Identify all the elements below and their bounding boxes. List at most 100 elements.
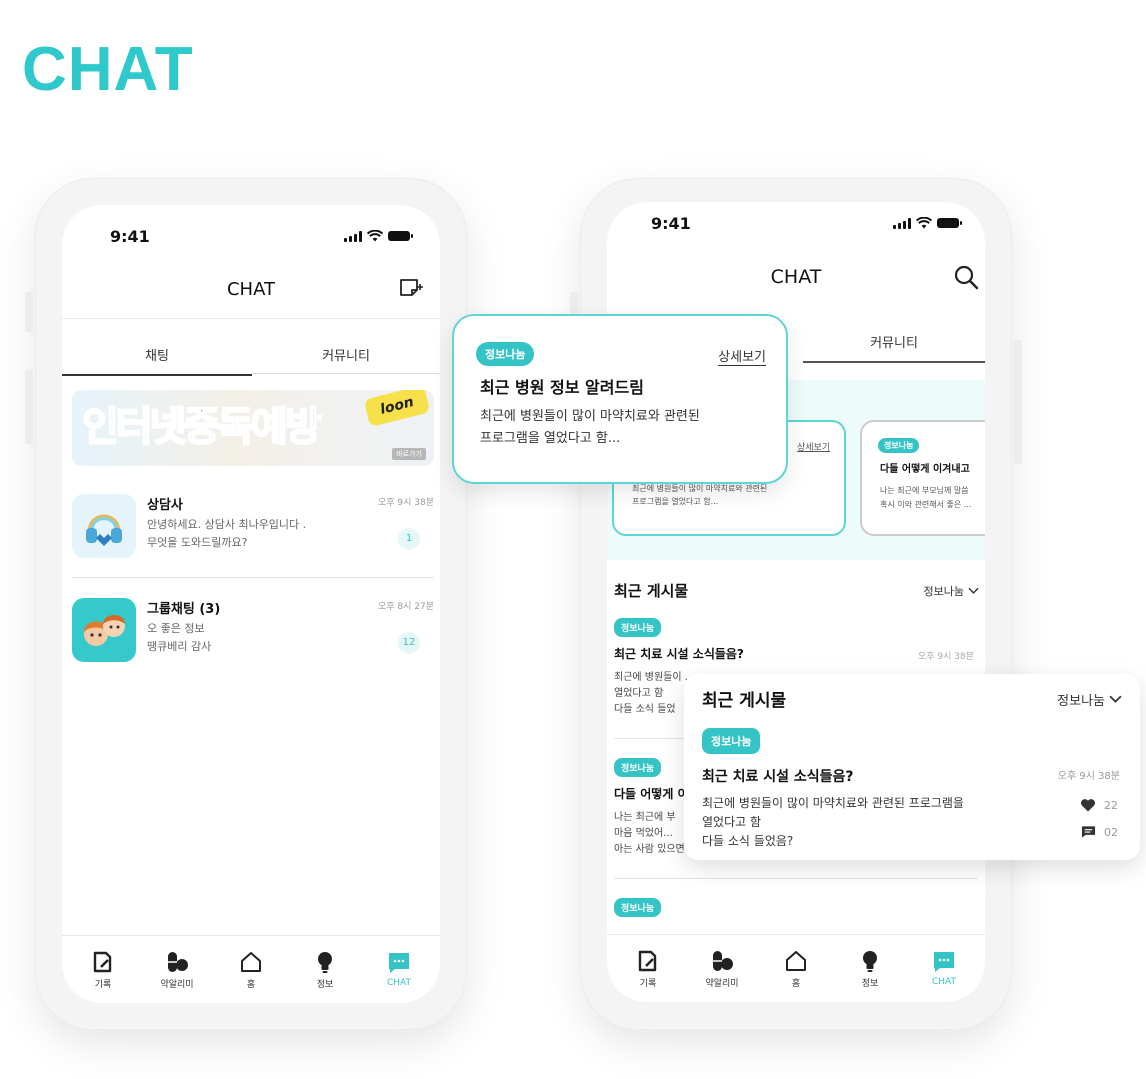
post-filter-dropdown[interactable]: 정보나눔 (1057, 690, 1122, 709)
banner-text: 인터넷중독예방 (81, 403, 323, 451)
home-icon (786, 950, 806, 971)
bottom-nav: 기록 약알리미 홈 정보 CHAT (62, 935, 440, 1003)
nav-item-chat[interactable]: CHAT (909, 950, 979, 987)
banner-more-link[interactable]: 바로가기 (392, 448, 426, 460)
post-body: 최근에 병원들이 많이 마약치료와 관련된 프로그램을 열었다고 함 다들 소식… (702, 796, 964, 848)
chat-message: 무엇을 도와드릴까요? (147, 536, 248, 549)
comment-count-value: 02 (1104, 825, 1118, 839)
card-body: 나는 최근에 부모님께 말씀 (880, 486, 969, 495)
detail-link[interactable]: 상세보기 (797, 440, 830, 453)
pill-icon (168, 951, 188, 972)
post-time: 오후 9시 38분 (917, 652, 974, 662)
phone-left: 9:41 CHAT 채팅 커뮤니티 인터넷중독예방 loon 바로가기 상담사 … (25, 178, 467, 1030)
side-button (25, 370, 33, 444)
pill-icon (713, 950, 733, 971)
chat-bubble-icon (934, 952, 954, 972)
chat-message: 오 좋은 정보 (147, 622, 205, 635)
battery-icon (937, 218, 962, 228)
nav-item-info[interactable]: 정보 (290, 950, 360, 990)
comment-count[interactable]: 02 (1081, 825, 1118, 839)
filter-label: 정보나눔 (1057, 694, 1105, 709)
post-filter-dropdown[interactable]: 정보나눔 (924, 583, 979, 599)
detail-link[interactable]: 상세보기 (718, 346, 766, 366)
post-item[interactable]: 정보나눔 (614, 896, 978, 917)
nav-item-info[interactable]: 정보 (835, 949, 905, 989)
chat-name: 상담사 (147, 498, 183, 513)
like-count[interactable]: 22 (1080, 798, 1118, 812)
like-count-value: 22 (1104, 798, 1118, 812)
card-body: 최근에 병원들이 많이 마약치료와 관련된 프로그램을 열었다고 함... (480, 409, 700, 446)
headset-icon (72, 494, 136, 558)
status-time: 9:41 (651, 214, 691, 233)
status-icons (344, 230, 413, 242)
filter-label: 정보나눔 (923, 585, 964, 598)
category-chip: 정보나눔 (614, 618, 662, 637)
home-icon (241, 951, 261, 972)
featured-card[interactable]: 정보나눔 다들 어떻게 이겨내고 나는 최근에 부모님께 말씀 혹시 이와 관련… (860, 420, 985, 536)
chat-row-group[interactable]: 그룹채팅 (3) 오 좋은 정보 땡큐베리 감사 오후 8시 27분 12 (72, 590, 434, 674)
lightbulb-icon (863, 950, 877, 972)
unread-badge: 12 (398, 632, 420, 654)
unread-badge: 1 (398, 528, 420, 550)
note-edit-icon (93, 951, 112, 972)
chat-message: 안녕하세요. 상담사 최나우입니다 . (147, 518, 307, 531)
category-chip: 정보나눔 (476, 342, 535, 366)
nav-item-record[interactable]: 기록 (613, 949, 683, 989)
nav-item-home[interactable]: 홈 (761, 949, 831, 989)
tab-community[interactable]: 커뮤니티 (252, 345, 440, 374)
nav-item-pill[interactable]: 약알리미 (142, 950, 212, 990)
chat-message: 땡큐베리 감사 (147, 640, 212, 653)
recent-post-popup[interactable]: 최근 게시물 정보나눔 정보나눔 최근 치료 시설 소식들음? 오후 9시 38… (684, 674, 1140, 860)
app-title: CHAT (226, 279, 275, 300)
post-divider (614, 878, 978, 879)
recent-posts-title: 최근 게시물 (614, 582, 689, 600)
header-divider (62, 318, 440, 319)
promo-banner[interactable]: 인터넷중독예방 loon 바로가기 (72, 390, 434, 466)
recent-posts-title: 최근 게시물 (702, 691, 787, 711)
chat-time: 오후 8시 27분 (377, 602, 434, 612)
nav-item-home[interactable]: 홈 (216, 950, 286, 990)
card-body: 프로그램을 열었다고 함... (632, 497, 719, 506)
side-button (1014, 340, 1022, 464)
app-title: CHAT (770, 266, 822, 288)
signal-icon (893, 217, 911, 229)
screen-left: 9:41 CHAT 채팅 커뮤니티 인터넷중독예방 loon 바로가기 상담사 … (62, 205, 440, 1003)
compose-icon[interactable] (398, 277, 424, 299)
nav-item-pill[interactable]: 약알리미 (687, 949, 757, 989)
side-button (25, 292, 33, 332)
post-time: 오후 9시 38분 (1057, 771, 1120, 782)
heart-icon (1080, 799, 1096, 812)
category-chip: 정보나눔 (614, 898, 662, 917)
category-chip: 정보나눔 (702, 728, 761, 754)
lightbulb-icon (318, 951, 332, 973)
chat-row-counselor[interactable]: 상담사 안녕하세요. 상담사 최나우입니다 . 무엇을 도와드릴까요? 오후 9… (72, 486, 434, 570)
info-card-popup[interactable]: 정보나눔 상세보기 최근 병원 정보 알려드림 최근에 병원들이 많이 마약치료… (452, 314, 788, 484)
chevron-down-icon (1109, 695, 1122, 703)
category-chip: 정보나눔 (614, 758, 662, 777)
status-time: 9:41 (110, 227, 150, 246)
phone-right: 9:41 CHAT 커뮤니티 상세보기 최근에 병원들이 많이 마약치료와 관련… (570, 178, 1022, 1030)
card-body: 혹시 이와 관련해서 좋은 ... (880, 500, 972, 509)
wifi-icon (916, 217, 932, 229)
comment-icon (1081, 826, 1096, 838)
tab-chat[interactable]: 채팅 (62, 345, 252, 376)
nav-item-record[interactable]: 기록 (68, 950, 138, 990)
card-title: 최근 병원 정보 알려드림 (480, 378, 644, 397)
banner-burst: loon (363, 390, 431, 428)
chat-name: 그룹채팅 (3) (147, 602, 221, 617)
nav-item-chat[interactable]: CHAT (364, 951, 434, 988)
row-divider (72, 577, 434, 578)
post-title: 최근 치료 시설 소식들음? (702, 769, 854, 785)
chevron-down-icon (968, 587, 979, 594)
bottom-nav: 기록 약알리미 홈 정보 CHAT (607, 934, 985, 1002)
search-icon[interactable] (953, 264, 979, 290)
card-title: 다들 어떻게 이겨내고 (880, 464, 970, 475)
chat-bubble-icon (389, 953, 409, 973)
tab-underline (252, 373, 440, 374)
page-heading: CHAT (22, 35, 194, 104)
note-edit-icon (638, 950, 657, 971)
battery-icon (388, 231, 413, 241)
category-chip: 정보나눔 (878, 438, 920, 453)
wifi-icon (367, 230, 383, 242)
tab-community[interactable]: 커뮤니티 (803, 332, 985, 363)
